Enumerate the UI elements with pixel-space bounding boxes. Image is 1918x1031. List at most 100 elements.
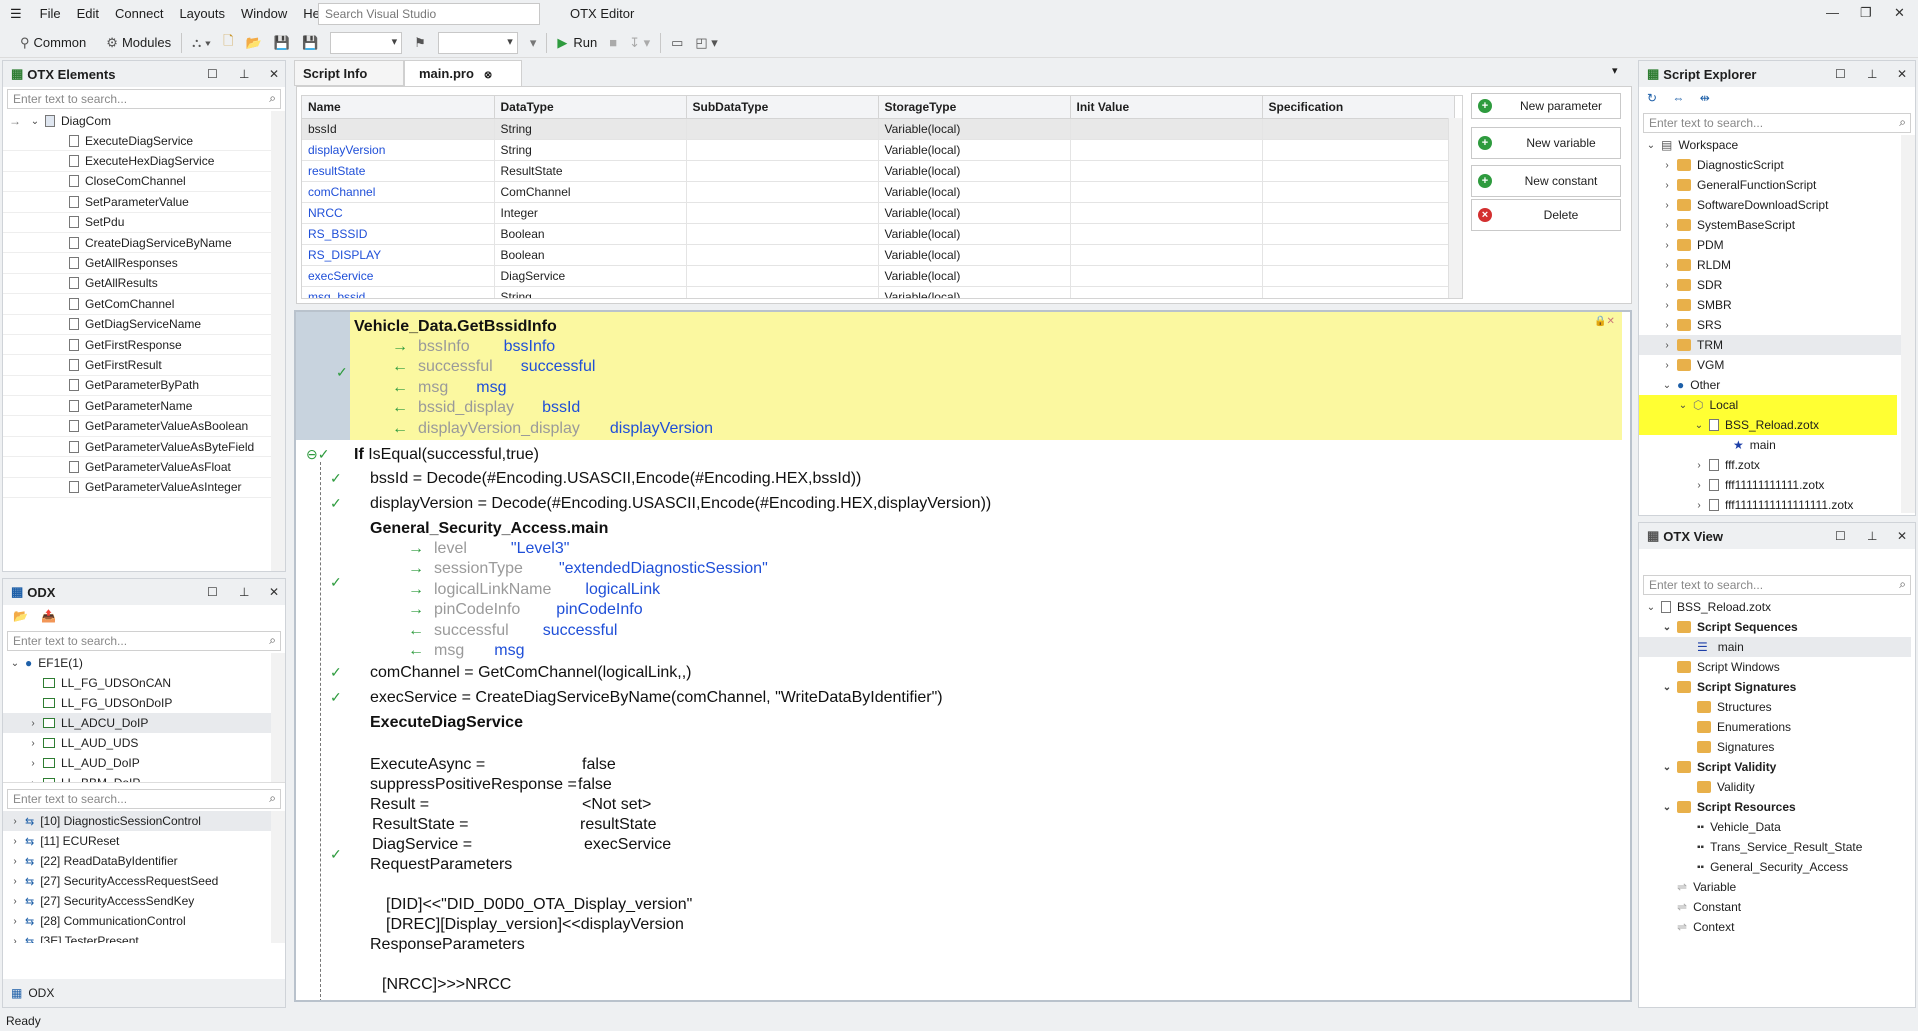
otx-view-script-validity[interactable]: ⌄ Script Validity <box>1639 757 1915 777</box>
table-cell[interactable] <box>1070 223 1263 245</box>
chevron-right-icon[interactable]: › <box>9 896 21 907</box>
parameter-row[interactable]: → bssInfo bssInfo <box>392 338 713 358</box>
parameter-row[interactable]: → pinCodeInfo pinCodeInfo <box>408 601 768 621</box>
parameter-value[interactable]: "Level3" <box>511 540 570 557</box>
otx-element-item[interactable]: CloseComChannel <box>3 172 271 193</box>
chevron-right-icon[interactable]: › <box>1661 280 1673 291</box>
parameter-value[interactable]: bssId <box>542 399 580 416</box>
table-cell[interactable]: execService <box>302 265 495 287</box>
chevron-right-icon[interactable]: › <box>27 758 39 769</box>
odx-layer-item[interactable]: › LL_AUD_DoIP <box>3 753 271 773</box>
chevron-down-icon[interactable]: ⌄ <box>9 658 21 669</box>
table-row[interactable]: comChannel ComChannel Variable(local) <box>302 181 1455 203</box>
odx-root[interactable]: ⌄ ● EF1E(1) <box>3 653 285 673</box>
deploy-button[interactable]: ⚑ <box>408 28 432 58</box>
parameter-value[interactable]: pinCodeInfo <box>556 601 642 618</box>
otx-element-item[interactable]: GetParameterName <box>3 396 271 417</box>
chevron-right-icon[interactable]: › <box>1661 300 1673 311</box>
chevron-right-icon[interactable]: › <box>27 738 39 749</box>
column-header[interactable]: DataType <box>494 96 687 119</box>
column-header[interactable]: Specification <box>1262 96 1455 119</box>
pin-icon[interactable]: ⊥ <box>1867 67 1877 81</box>
tree-item-main[interactable]: ★ main <box>1639 435 1915 455</box>
scrollbar[interactable] <box>271 653 285 782</box>
odx-service-item[interactable]: › ⇆ [22] ReadDataByIdentifier <box>3 851 271 871</box>
statement-displayversion[interactable]: displayVersion = Decode(#Encoding.USASCI… <box>370 495 991 513</box>
odx-service-item[interactable]: › ⇆ [28] CommunicationControl <box>3 911 271 931</box>
otx-view-script-sequences[interactable]: ⌄ Script Sequences <box>1639 617 1915 637</box>
open-odx-icon[interactable]: 📂 <box>13 609 28 623</box>
table-cell[interactable]: bssId <box>302 118 495 140</box>
table-cell[interactable]: RS_BSSID <box>302 223 495 245</box>
tree-item-file[interactable]: › fff11111111111.zotx <box>1639 475 1915 495</box>
otx-element-item[interactable]: GetFirstResult <box>3 355 271 376</box>
export-odx-icon[interactable]: 📤 <box>41 609 56 623</box>
odx-service-item[interactable]: › ⇆ [27] SecurityAccessRequestSeed <box>3 871 271 891</box>
tab-overflow-icon[interactable]: ▾ <box>1612 64 1618 77</box>
chevron-right-icon[interactable]: › <box>9 816 21 827</box>
menu-layouts[interactable]: Layouts <box>171 0 233 28</box>
scrollbar[interactable] <box>1901 135 1915 513</box>
toolbar-overflow-button[interactable]: ▾ <box>524 28 543 58</box>
tree-item-local[interactable]: ⌄ ⬡ Local <box>1639 395 1897 415</box>
table-cell[interactable]: Variable(local) <box>878 286 1071 298</box>
table-cell[interactable]: ComChannel <box>494 181 687 203</box>
parameter-value[interactable]: successful <box>521 358 596 375</box>
chevron-right-icon[interactable]: › <box>1661 320 1673 331</box>
odx-service-search-input[interactable]: Enter text to search... <box>7 789 281 809</box>
otx-element-item[interactable]: GetDiagServiceName <box>3 315 271 335</box>
otx-view-script-resources[interactable]: ⌄ Script Resources <box>1639 797 1915 817</box>
odx-search-input[interactable]: Enter text to search... <box>7 631 281 651</box>
table-cell[interactable]: Variable(local) <box>878 160 1071 182</box>
exec-async-value[interactable]: false <box>582 756 616 774</box>
window-layout-button[interactable]: ▭ <box>665 28 689 58</box>
table-row[interactable]: displayVersion String Variable(local) <box>302 139 1455 161</box>
parameter-row[interactable]: ← successful successful <box>392 358 713 378</box>
parameter-row[interactable]: ← msg msg <box>408 642 768 662</box>
chevron-down-icon[interactable]: ⌄ <box>1661 802 1673 813</box>
otx-element-item[interactable]: CreateDiagServiceByName <box>3 233 271 254</box>
otx-elements-search-input[interactable]: Enter text to search... <box>7 89 281 109</box>
diagservice-value[interactable]: execService <box>584 836 671 854</box>
table-cell[interactable]: Variable(local) <box>878 139 1071 161</box>
odx-layer-item[interactable]: LL_FG_UDSOnCAN <box>3 673 271 693</box>
restore-icon[interactable]: ❐ <box>1860 5 1872 21</box>
split-icon[interactable]: ⇹ <box>1700 91 1710 105</box>
otx-element-item[interactable]: ExecuteDiagService <box>3 131 271 152</box>
table-cell[interactable]: RS_DISPLAY <box>302 244 495 266</box>
otx-view-script-windows[interactable]: Script Windows <box>1639 657 1915 677</box>
open-button[interactable]: 📂 <box>240 28 268 58</box>
table-cell[interactable] <box>1262 181 1455 203</box>
column-header[interactable]: Init Value <box>1070 96 1263 119</box>
new-constant-button[interactable]: + New constant <box>1471 165 1621 197</box>
table-row[interactable]: bssId String Variable(local) <box>302 118 1455 140</box>
tree-item-folder[interactable]: › SMBR <box>1639 295 1915 315</box>
table-cell[interactable]: NRCC <box>302 202 495 224</box>
parameter-row[interactable]: → level "Level3" <box>408 540 768 560</box>
otx-element-item[interactable]: SetParameterValue <box>3 192 271 213</box>
table-cell[interactable] <box>1262 286 1455 298</box>
chevron-right-icon[interactable]: › <box>1661 220 1673 231</box>
otx-element-item[interactable]: GetParameterValueAsByteField <box>3 437 271 458</box>
otx-element-item[interactable]: GetParameterByPath <box>3 376 271 397</box>
parameter-value[interactable]: bssInfo <box>504 338 556 355</box>
odx-layer-item[interactable]: › LL_ADCU_DoIP <box>3 713 271 733</box>
table-cell[interactable]: comChannel <box>302 181 495 203</box>
table-cell[interactable] <box>1070 286 1263 298</box>
otx-view-validity[interactable]: Validity <box>1639 777 1915 797</box>
table-cell[interactable] <box>1070 202 1263 224</box>
tree-item-folder[interactable]: › TRM <box>1639 335 1915 355</box>
pin-icon[interactable]: ⊥ <box>239 585 249 599</box>
table-cell[interactable]: String <box>494 286 687 298</box>
table-row[interactable]: RS_DISPLAY Boolean Variable(local) <box>302 244 1455 266</box>
maximize-icon[interactable]: ☐ <box>1835 67 1846 81</box>
chevron-right-icon[interactable]: › <box>1661 260 1673 271</box>
chevron-down-icon[interactable]: ⌄ <box>1645 602 1657 613</box>
menu-window[interactable]: Window <box>233 0 295 28</box>
request-param-did[interactable]: [DID]<<"DID_D0D0_OTA_Display_version" <box>386 896 692 914</box>
table-cell[interactable]: Variable(local) <box>878 181 1071 203</box>
dock-layout-button[interactable]: ◰ ▾ <box>689 28 723 58</box>
otx-view-context[interactable]: ⇌ Context <box>1639 917 1915 937</box>
tree-item-folder[interactable]: › VGM <box>1639 355 1915 375</box>
tree-item-bss-reload[interactable]: ⌄ BSS_Reload.zotx <box>1639 415 1897 435</box>
